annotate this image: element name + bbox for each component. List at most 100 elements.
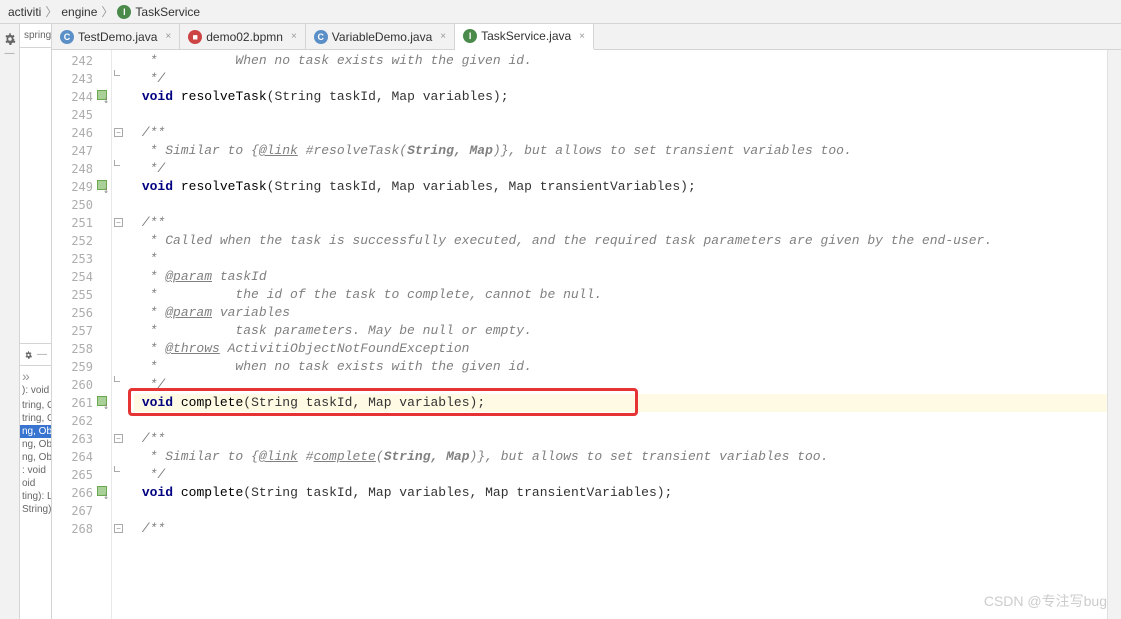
fold-end-icon[interactable] <box>114 376 120 382</box>
close-icon[interactable]: × <box>291 31 297 42</box>
collapse-icon[interactable]: — <box>5 48 15 59</box>
structure-item[interactable]: ting): Lis <box>20 490 51 503</box>
code-line[interactable] <box>134 196 1107 214</box>
tab-testdemo-java[interactable]: CTestDemo.java× <box>52 24 180 49</box>
code-line[interactable]: * @param taskId <box>134 268 1107 286</box>
line-number[interactable]: 260 <box>52 376 93 394</box>
code-line[interactable]: * @param variables <box>134 304 1107 322</box>
code-line[interactable]: /** <box>134 214 1107 232</box>
line-number[interactable]: 250 <box>52 196 93 214</box>
code-line[interactable]: * @throws ActivitiObjectNotFoundExceptio… <box>134 340 1107 358</box>
line-number[interactable]: 255 <box>52 286 93 304</box>
fold-collapse-icon[interactable]: − <box>114 434 123 443</box>
fold-end-icon[interactable] <box>114 70 120 76</box>
line-number[interactable]: 263 <box>52 430 93 448</box>
code-line[interactable]: * Similar to {@link #resolveTask(String,… <box>134 142 1107 160</box>
code-line[interactable]: * task parameters. May be null or empty. <box>134 322 1107 340</box>
line-number[interactable]: 244↓ <box>52 88 93 106</box>
line-number[interactable]: 258 <box>52 340 93 358</box>
line-number[interactable]: 264 <box>52 448 93 466</box>
code-line[interactable]: * When no task exists with the given id. <box>134 52 1107 70</box>
fold-column[interactable]: − − − − <box>112 50 126 619</box>
tab-variabledemo-java[interactable]: CVariableDemo.java× <box>306 24 455 49</box>
line-number[interactable]: 259 <box>52 358 93 376</box>
expand-icon[interactable]: » <box>20 366 51 384</box>
line-number[interactable]: 266↓ <box>52 484 93 502</box>
line-number[interactable]: 262 <box>52 412 93 430</box>
close-icon[interactable]: × <box>440 31 446 42</box>
line-number[interactable]: 248 <box>52 160 93 178</box>
line-number[interactable]: 245 <box>52 106 93 124</box>
code-line[interactable]: * when no task exists with the given id. <box>134 358 1107 376</box>
structure-item[interactable]: tring, O <box>20 412 51 425</box>
code-line[interactable] <box>134 502 1107 520</box>
tab-taskservice-java[interactable]: ITaskService.java× <box>455 24 594 50</box>
code-line[interactable]: /** <box>134 430 1107 448</box>
structure-item[interactable]: ng, Obje <box>20 451 51 464</box>
code-line[interactable]: * <box>134 250 1107 268</box>
code-line[interactable]: void resolveTask(String taskId, Map vari… <box>134 178 1107 196</box>
code-line[interactable]: */ <box>134 466 1107 484</box>
code-line[interactable]: */ <box>134 160 1107 178</box>
code-line[interactable]: void complete(String taskId, Map variabl… <box>134 484 1107 502</box>
structure-item[interactable]: : void <box>20 464 51 477</box>
line-gutter[interactable]: 242243244↓245246247248249↓25025125225325… <box>52 50 112 619</box>
line-number[interactable]: 246 <box>52 124 93 142</box>
code-line[interactable]: void complete(String taskId, Map variabl… <box>134 394 1107 412</box>
code-line[interactable]: */ <box>134 70 1107 88</box>
code-line[interactable] <box>134 106 1107 124</box>
line-number[interactable]: 261↓ <box>52 394 93 412</box>
breadcrumb-item[interactable]: activiti <box>8 5 41 19</box>
line-number[interactable]: 265 <box>52 466 93 484</box>
line-number[interactable]: 253 <box>52 250 93 268</box>
gear-icon[interactable] <box>3 32 17 46</box>
structure-item[interactable]: String): v <box>20 503 51 516</box>
code-line[interactable]: * the id of the task to complete, cannot… <box>134 286 1107 304</box>
gear-icon[interactable] <box>24 349 33 361</box>
code-line[interactable]: * Called when the task is successfully e… <box>134 232 1107 250</box>
structure-item[interactable]: ng, Obje <box>20 438 51 451</box>
implements-arrow-icon[interactable]: ↓ <box>103 398 109 416</box>
code-line[interactable]: /** <box>134 520 1107 538</box>
code-line[interactable]: void resolveTask(String taskId, Map vari… <box>134 88 1107 106</box>
close-icon[interactable]: × <box>579 31 585 42</box>
code-editor[interactable]: 242243244↓245246247248249↓25025125225325… <box>52 50 1121 619</box>
fold-collapse-icon[interactable]: − <box>114 524 123 533</box>
line-number[interactable]: 254 <box>52 268 93 286</box>
line-number[interactable]: 257 <box>52 322 93 340</box>
code-line[interactable]: */ <box>134 376 1107 394</box>
structure-item[interactable]: ng, Obje <box>20 425 51 438</box>
implements-arrow-icon[interactable]: ↓ <box>103 92 109 110</box>
close-icon[interactable]: × <box>165 31 171 42</box>
vertical-scrollbar[interactable] <box>1107 50 1121 619</box>
tab-label: TestDemo.java <box>78 30 157 44</box>
line-number[interactable]: 243 <box>52 70 93 88</box>
implements-arrow-icon[interactable]: ↓ <box>103 488 109 506</box>
breadcrumb-item[interactable]: TaskService <box>135 5 200 19</box>
code-content[interactable]: * When no task exists with the given id.… <box>126 50 1107 619</box>
tab-demo02-bpmn[interactable]: ■demo02.bpmn× <box>180 24 306 49</box>
fold-end-icon[interactable] <box>114 466 120 472</box>
line-number[interactable]: 251 <box>52 214 93 232</box>
line-number[interactable]: 252 <box>52 232 93 250</box>
line-number[interactable]: 249↓ <box>52 178 93 196</box>
implements-arrow-icon[interactable]: ↓ <box>103 182 109 200</box>
code-line[interactable]: /** <box>134 124 1107 142</box>
fold-end-icon[interactable] <box>114 160 120 166</box>
fold-collapse-icon[interactable]: − <box>114 128 123 137</box>
structure-item[interactable]: oid <box>20 477 51 490</box>
line-number[interactable]: 242 <box>52 52 93 70</box>
code-line[interactable] <box>134 412 1107 430</box>
left-toolbar: — <box>0 24 20 619</box>
line-number[interactable]: 247 <box>52 142 93 160</box>
structure-header[interactable]: — <box>20 344 51 366</box>
structure-item[interactable]: tring, O <box>20 399 51 412</box>
fold-collapse-icon[interactable]: − <box>114 218 123 227</box>
line-number[interactable]: 267 <box>52 502 93 520</box>
project-header[interactable]: springb <box>20 24 51 48</box>
structure-item[interactable]: ): void <box>20 384 51 397</box>
breadcrumb-item[interactable]: engine <box>61 5 97 19</box>
code-line[interactable]: * Similar to {@link #complete(String, Ma… <box>134 448 1107 466</box>
line-number[interactable]: 268 <box>52 520 93 538</box>
line-number[interactable]: 256 <box>52 304 93 322</box>
